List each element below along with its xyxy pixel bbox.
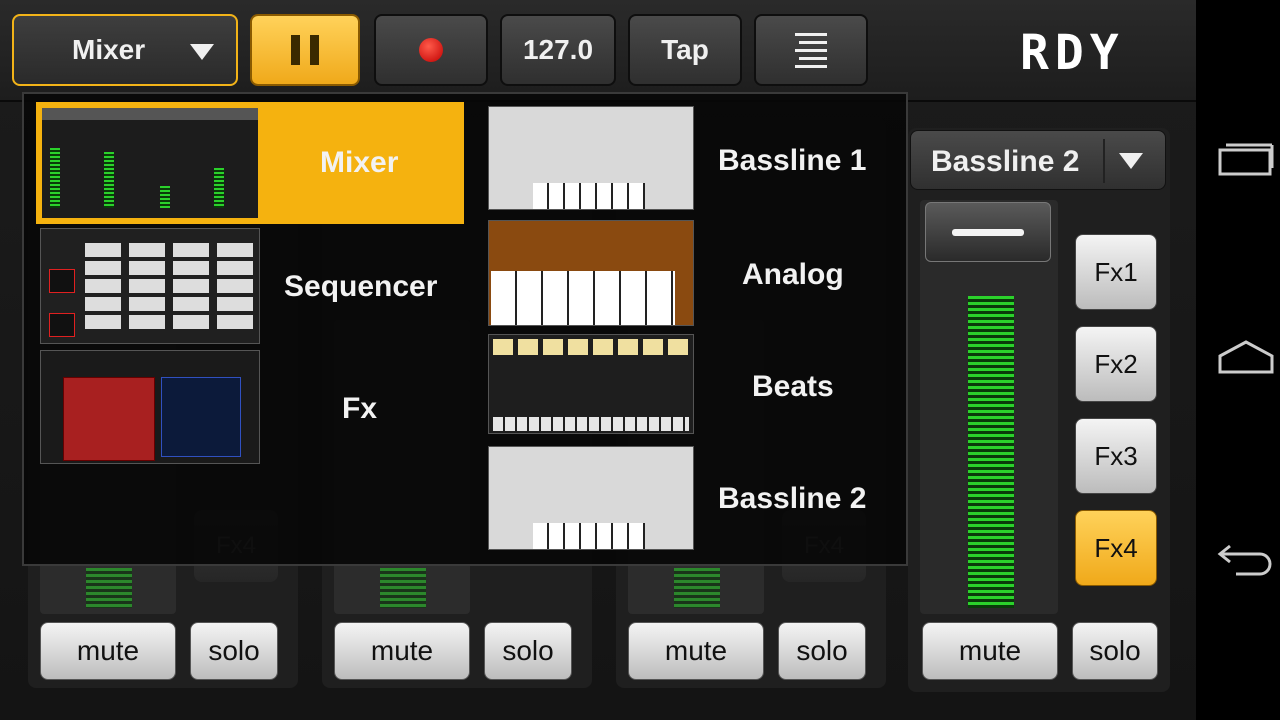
menu-item-sequencer-thumbnail[interactable] bbox=[40, 228, 260, 344]
channel-title: Bassline 2 bbox=[931, 145, 1080, 178]
menu-item-analog[interactable]: Analog bbox=[742, 258, 844, 292]
volume-fader-handle[interactable] bbox=[925, 202, 1051, 262]
menu-item-fx[interactable]: Fx bbox=[342, 392, 377, 426]
menu-item-bassline-1-thumbnail[interactable] bbox=[488, 106, 694, 210]
mute-button-4[interactable]: mute bbox=[922, 622, 1058, 680]
home-icon[interactable] bbox=[1216, 338, 1276, 378]
level-meter-2 bbox=[380, 568, 426, 608]
view-selector-label: Mixer bbox=[72, 34, 146, 65]
fx1-button[interactable]: Fx1 bbox=[1075, 234, 1157, 310]
menu-item-sequencer[interactable]: Sequencer bbox=[284, 270, 437, 304]
menu-icon bbox=[795, 32, 827, 68]
chevron-down-icon bbox=[1119, 153, 1143, 169]
level-meter-1 bbox=[86, 568, 132, 608]
level-meter-3 bbox=[674, 568, 720, 608]
fx3-button[interactable]: Fx3 bbox=[1075, 418, 1157, 494]
solo-button-1[interactable]: solo bbox=[190, 622, 278, 680]
menu-item-bassline-2-thumbnail[interactable] bbox=[488, 446, 694, 550]
mute-button-2[interactable]: mute bbox=[334, 622, 470, 680]
solo-button-3[interactable]: solo bbox=[778, 622, 866, 680]
record-icon bbox=[419, 38, 443, 62]
bpm-display[interactable]: 127.0 bbox=[500, 14, 616, 86]
fx4-button[interactable]: Fx4 bbox=[1075, 510, 1157, 586]
view-selector[interactable]: Mixer bbox=[12, 14, 238, 86]
top-toolbar: Mixer 127.0 Tap RDY bbox=[0, 0, 1196, 102]
menu-button[interactable] bbox=[754, 14, 868, 86]
pause-icon bbox=[291, 35, 319, 65]
back-icon[interactable] bbox=[1216, 536, 1276, 576]
mute-button-1[interactable]: mute bbox=[40, 622, 176, 680]
chevron-down-icon bbox=[190, 44, 214, 60]
solo-button-2[interactable]: solo bbox=[484, 622, 572, 680]
solo-button-4[interactable]: solo bbox=[1072, 622, 1158, 680]
record-button[interactable] bbox=[374, 14, 488, 86]
mixer-thumbnail bbox=[42, 108, 258, 218]
menu-item-beats[interactable]: Beats bbox=[752, 370, 834, 404]
menu-item-analog-thumbnail[interactable] bbox=[488, 220, 694, 326]
recent-apps-icon[interactable] bbox=[1216, 140, 1276, 180]
menu-item-mixer[interactable]: Mixer bbox=[36, 102, 464, 224]
channel-selector[interactable]: Bassline 2 bbox=[910, 130, 1166, 190]
pause-button[interactable] bbox=[250, 14, 360, 86]
view-menu: Mixer Sequencer Fx Bassline 1 Analog Bea… bbox=[22, 92, 908, 566]
app-window: Fx4 Fx4 mute solo mute solo mute solo Ba… bbox=[0, 0, 1196, 720]
menu-item-bassline-1[interactable]: Bassline 1 bbox=[718, 144, 866, 178]
app-logo: RDY bbox=[1020, 25, 1125, 81]
mute-button-3[interactable]: mute bbox=[628, 622, 764, 680]
menu-item-label: Mixer bbox=[320, 146, 399, 179]
menu-item-bassline-2[interactable]: Bassline 2 bbox=[718, 482, 866, 516]
system-nav-bar bbox=[1196, 0, 1280, 720]
tap-tempo-button[interactable]: Tap bbox=[628, 14, 742, 86]
level-meter bbox=[968, 296, 1014, 608]
menu-item-beats-thumbnail[interactable] bbox=[488, 334, 694, 434]
menu-item-fx-thumbnail[interactable] bbox=[40, 350, 260, 464]
fx2-button[interactable]: Fx2 bbox=[1075, 326, 1157, 402]
